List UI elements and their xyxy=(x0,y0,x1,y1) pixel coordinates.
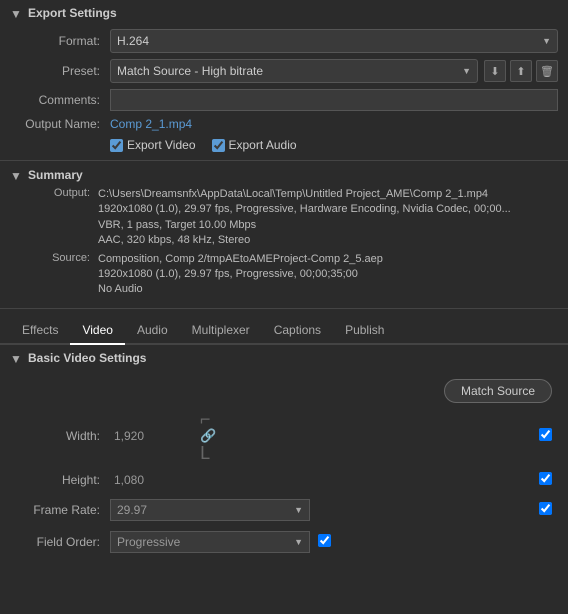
frame-rate-toggle[interactable] xyxy=(539,502,552,515)
output-name-row: Output Name: Comp 2_1.mp4 xyxy=(0,114,568,134)
frame-rate-row: Frame Rate: 29.97 xyxy=(0,494,568,526)
match-source-button[interactable]: Match Source xyxy=(444,379,552,403)
comments-row: Comments: xyxy=(0,86,568,114)
basic-video-settings-title: Basic Video Settings xyxy=(28,351,146,365)
format-label: Format: xyxy=(20,34,110,48)
export-video-checkbox-label[interactable]: Export Video xyxy=(110,138,196,152)
output-value-2: 1920x1080 (1.0), 29.97 fps, Progressive,… xyxy=(98,202,558,217)
tab-video[interactable]: Video xyxy=(70,317,124,345)
frame-rate-select-wrapper: 29.97 xyxy=(110,499,310,521)
output-value-1: C:\Users\Dreamsnfx\AppData\Local\Temp\Un… xyxy=(98,187,558,202)
source-value-2: 1920x1080 (1.0), 29.97 fps, Progressive,… xyxy=(98,267,558,282)
frame-rate-wrap: 29.97 xyxy=(110,499,531,521)
height-toggle[interactable] xyxy=(539,472,552,485)
collapse-icon[interactable]: ▼ xyxy=(10,7,22,19)
preset-control: Match Source - High bitrate ⬇ ⬆ 🗑 xyxy=(110,59,558,83)
format-select-wrapper: H.264 xyxy=(110,29,558,53)
comments-input[interactable] xyxy=(110,89,558,111)
format-row: Format: H.264 xyxy=(0,26,568,56)
bracket-link-group: ⌐ 🔗 L xyxy=(194,412,216,461)
export-audio-checkbox[interactable] xyxy=(212,139,225,152)
match-source-row: Match Source xyxy=(0,371,568,407)
output-value-3: VBR, 1 pass, Target 10.00 Mbps xyxy=(98,218,558,233)
output-name-link[interactable]: Comp 2_1.mp4 xyxy=(110,117,192,131)
import-preset-button[interactable]: ⬆ xyxy=(510,60,532,82)
field-order-select[interactable]: Progressive xyxy=(110,531,310,553)
output-key: Output: xyxy=(30,187,90,249)
field-order-row: Field Order: Progressive xyxy=(0,526,568,558)
source-value-1: Composition, Comp 2/tmpAEtoAMEProject-Co… xyxy=(98,252,558,267)
width-input[interactable] xyxy=(110,427,190,445)
basic-video-settings-header: ▼ Basic Video Settings xyxy=(0,345,568,371)
preset-label: Preset: xyxy=(20,64,110,78)
output-value-4: AAC, 320 kbps, 48 kHz, Stereo xyxy=(98,233,558,248)
width-label: Width: xyxy=(20,429,110,443)
field-order-label: Field Order: xyxy=(20,535,110,549)
basic-video-settings-panel: ▼ Basic Video Settings Match Source Widt… xyxy=(0,345,568,568)
export-settings-panel: ▼ Export Settings Format: H.264 Preset: … xyxy=(0,0,568,309)
tab-audio[interactable]: Audio xyxy=(125,317,180,345)
tab-effects[interactable]: Effects xyxy=(10,317,70,345)
output-values: C:\Users\Dreamsnfx\AppData\Local\Temp\Un… xyxy=(98,187,558,249)
source-key: Source: xyxy=(30,252,90,298)
preset-icons-group: ⬇ ⬆ 🗑 xyxy=(484,60,558,82)
summary-header: ▼ Summary xyxy=(0,165,568,185)
frame-rate-label: Frame Rate: xyxy=(20,503,110,517)
width-toggle[interactable] xyxy=(539,428,552,441)
export-audio-checkbox-label[interactable]: Export Audio xyxy=(212,138,297,152)
summary-collapse-icon[interactable]: ▼ xyxy=(10,169,22,181)
width-checkbox-wrap xyxy=(539,428,552,444)
height-label: Height: xyxy=(20,473,110,487)
export-settings-title: Export Settings xyxy=(28,6,117,20)
format-select[interactable]: H.264 xyxy=(110,29,558,53)
preset-select[interactable]: Match Source - High bitrate xyxy=(110,59,478,83)
basic-video-collapse-icon[interactable]: ▼ xyxy=(10,352,22,364)
preset-select-wrapper: Match Source - High bitrate xyxy=(110,59,478,83)
tab-multiplexer[interactable]: Multiplexer xyxy=(180,317,262,345)
comments-label: Comments: xyxy=(20,93,110,107)
export-video-checkbox[interactable] xyxy=(110,139,123,152)
bracket-bottom: L xyxy=(200,446,210,460)
tabs-bar: Effects Video Audio Multiplexer Captions… xyxy=(0,309,568,345)
width-height-container: ⌐ 🔗 L xyxy=(110,412,216,461)
format-control: H.264 xyxy=(110,29,558,53)
height-checkbox-wrap xyxy=(539,472,552,488)
export-checkboxes-row: Export Video Export Audio xyxy=(0,134,568,156)
link-icon[interactable]: 🔗 xyxy=(200,428,216,444)
height-input[interactable] xyxy=(110,471,190,489)
export-audio-label: Export Audio xyxy=(229,138,297,152)
source-values: Composition, Comp 2/tmpAEtoAMEProject-Co… xyxy=(98,252,558,298)
summary-title: Summary xyxy=(28,168,83,182)
frame-rate-select[interactable]: 29.97 xyxy=(110,499,310,521)
delete-preset-button[interactable]: 🗑 xyxy=(536,60,558,82)
summary-grid: Output: C:\Users\Dreamsnfx\AppData\Local… xyxy=(0,185,568,302)
field-order-select-wrapper: Progressive xyxy=(110,531,310,553)
tab-captions[interactable]: Captions xyxy=(262,317,333,345)
output-name-control: Comp 2_1.mp4 xyxy=(110,117,558,131)
output-name-label: Output Name: xyxy=(20,117,110,131)
tab-publish[interactable]: Publish xyxy=(333,317,396,345)
comments-control xyxy=(110,89,558,111)
source-value-3: No Audio xyxy=(98,282,558,297)
export-settings-header: ▼ Export Settings xyxy=(0,0,568,26)
field-order-checkbox-wrap xyxy=(318,534,331,550)
save-preset-button[interactable]: ⬇ xyxy=(484,60,506,82)
width-row: Width: ⌐ 🔗 L xyxy=(0,407,568,466)
height-row: Height: xyxy=(0,466,568,494)
bracket-top: ⌐ xyxy=(200,412,211,426)
preset-row: Preset: Match Source - High bitrate ⬇ ⬆ … xyxy=(0,56,568,86)
divider xyxy=(0,160,568,161)
export-video-label: Export Video xyxy=(127,138,196,152)
frame-rate-checkbox-wrap xyxy=(539,502,552,518)
field-order-toggle[interactable] xyxy=(318,534,331,547)
